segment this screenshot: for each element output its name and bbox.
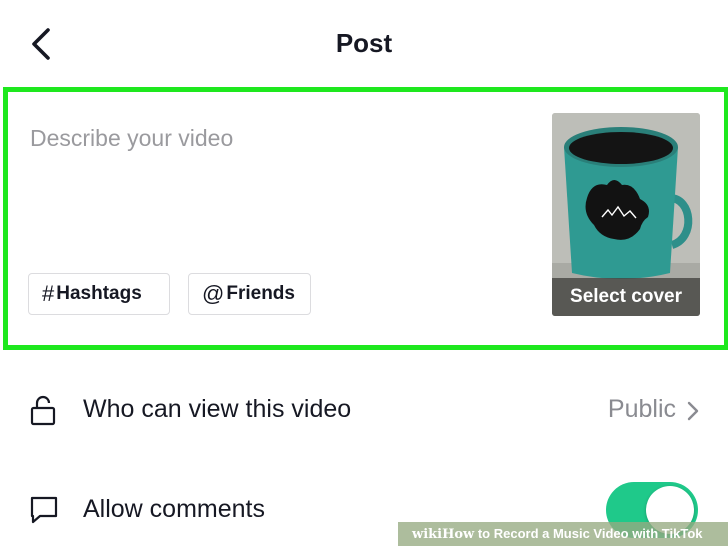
chevron-right-icon	[687, 401, 699, 421]
hashtags-label: Hashtags	[56, 283, 142, 304]
select-cover-button[interactable]: Select cover	[552, 113, 700, 316]
select-cover-label: Select cover	[552, 278, 700, 316]
friends-button[interactable]: @ Friends	[188, 273, 311, 315]
banner-text: to Record a Music Video with TikTok	[474, 526, 703, 541]
at-icon: @	[202, 281, 225, 306]
caption-input[interactable]	[30, 118, 510, 158]
unlock-icon	[30, 395, 56, 426]
privacy-label: Who can view this video	[83, 395, 352, 423]
post-compose-panel: # Hashtags @ Friends	[3, 87, 728, 350]
wikihow-banner: wikiHow to Record a Music Video with Tik…	[398, 522, 728, 546]
privacy-setting-row[interactable]: Who can view this video Public	[0, 382, 728, 438]
privacy-value: Public	[607, 395, 676, 423]
comment-icon	[30, 496, 58, 524]
banner-brand-prefix: wiki	[412, 527, 443, 542]
friends-label: Friends	[226, 283, 295, 304]
comments-label: Allow comments	[83, 495, 265, 523]
hashtag-icon: #	[42, 281, 55, 306]
page-title: Post	[335, 28, 393, 58]
banner-brand-how: How	[442, 527, 475, 542]
header: Post	[0, 0, 728, 84]
hashtags-button[interactable]: # Hashtags	[28, 273, 170, 315]
post-screen: Post # Hashtags @ Friends	[0, 0, 728, 546]
